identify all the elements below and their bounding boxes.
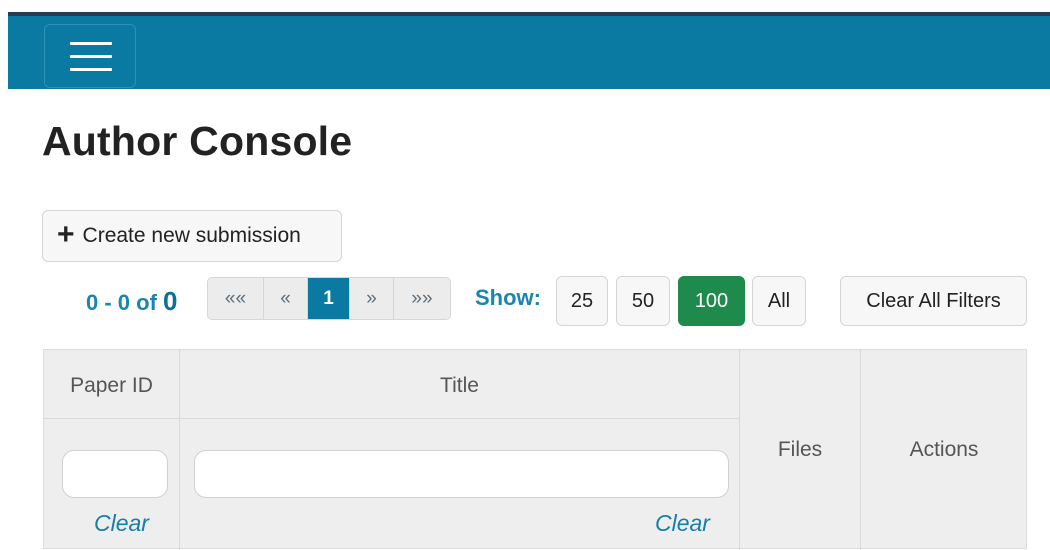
pagination: «« « 1 » »» xyxy=(207,277,451,320)
title-filter-input[interactable] xyxy=(194,450,729,498)
clear-all-filters-button[interactable]: Clear All Filters xyxy=(840,276,1027,326)
page-title: Author Console xyxy=(42,118,353,164)
result-count: 0 - 0 of 0 xyxy=(86,286,178,317)
plus-icon: + xyxy=(57,218,75,251)
result-range: 0 - 0 of xyxy=(86,290,157,315)
create-submission-label: Create new submission xyxy=(82,224,301,247)
current-page-button[interactable]: 1 xyxy=(308,278,350,319)
next-page-button[interactable]: » xyxy=(350,278,394,319)
page-size-label: Show: xyxy=(475,285,541,310)
top-navbar xyxy=(8,12,1050,89)
result-total: 0 xyxy=(163,286,178,316)
title-clear-link[interactable]: Clear xyxy=(655,510,710,537)
column-header-paper-id: Paper ID xyxy=(70,374,153,397)
page-size-100-button[interactable]: 100 xyxy=(678,276,745,326)
submissions-table: Paper ID Title Files Actions Clear Clear xyxy=(43,349,1027,550)
page-size-50-button[interactable]: 50 xyxy=(616,276,670,326)
create-submission-button[interactable]: + Create new submission xyxy=(42,210,342,262)
prev-page-button[interactable]: « xyxy=(264,278,308,319)
page-size-all-button[interactable]: All xyxy=(752,276,806,326)
hamburger-menu-icon[interactable] xyxy=(44,24,136,88)
column-header-files: Files xyxy=(777,438,823,461)
column-header-title: Title xyxy=(440,374,479,397)
column-header-actions: Actions xyxy=(909,438,979,461)
paper-id-clear-link[interactable]: Clear xyxy=(94,510,149,537)
top-strip xyxy=(0,0,1050,12)
first-page-button[interactable]: «« xyxy=(208,278,264,319)
last-page-button[interactable]: »» xyxy=(394,278,450,319)
paper-id-filter-input[interactable] xyxy=(62,450,168,498)
page-size-25-button[interactable]: 25 xyxy=(556,276,608,326)
